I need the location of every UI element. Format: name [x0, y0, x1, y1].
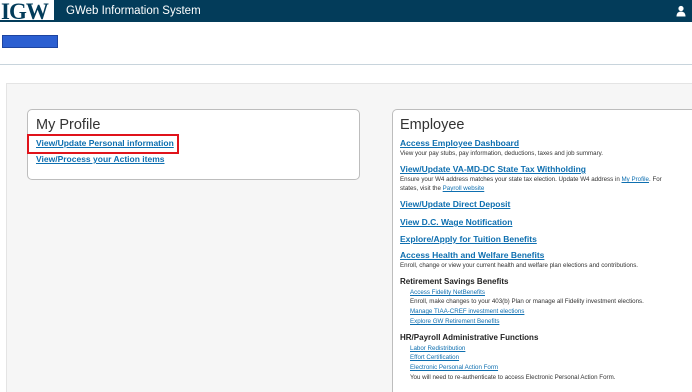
employee-dashboard-link[interactable]: Access Employee Dashboard [400, 138, 519, 148]
system-title: GWeb Information System [66, 5, 201, 17]
state-tax-desc-text-2: states, visit the [400, 185, 443, 192]
health-welfare-desc: Enroll, change or view your current heal… [400, 262, 639, 269]
my-profile-inline-link[interactable]: My Profile [621, 176, 649, 183]
employee-dashboard-desc: View your pay stubs, pay information, de… [400, 150, 604, 157]
navigation-tab[interactable] [2, 35, 58, 48]
tuition-benefits-link[interactable]: Explore/Apply for Tuition Benefits [400, 234, 537, 244]
my-profile-title: My Profile [36, 117, 101, 133]
logo-text: IGW [1, 0, 49, 22]
top-bar: IGW GWeb Information System [0, 0, 692, 22]
effort-certification-link[interactable]: Effort Certification [410, 354, 459, 361]
state-tax-desc-suffix: . For [649, 176, 662, 183]
direct-deposit-link[interactable]: View/Update Direct Deposit [400, 199, 510, 209]
view-process-action-items-link[interactable]: View/Process your Action items [36, 154, 165, 164]
highlight-box [27, 134, 179, 154]
header-divider [0, 64, 692, 65]
gw-retirement-benefits-link[interactable]: Explore GW Retirement Benefits [410, 318, 499, 325]
user-icon[interactable] [676, 5, 686, 17]
health-welfare-benefits-link[interactable]: Access Health and Welfare Benefits [400, 250, 544, 260]
state-tax-desc-text: Ensure your W4 address matches your stat… [400, 176, 622, 183]
epaf-desc: You will need to re-authenticate to acce… [410, 374, 616, 381]
logo-underline [0, 20, 54, 22]
labor-redistribution-link[interactable]: Labor Redistribution [410, 345, 465, 352]
payroll-website-link[interactable]: Payroll website [443, 185, 485, 192]
fidelity-desc: Enroll, make changes to your 403(b) Plan… [410, 298, 644, 305]
gw-logo[interactable]: IGW [0, 0, 54, 22]
hr-payroll-heading: HR/Payroll Administrative Functions [400, 333, 539, 342]
retirement-heading: Retirement Savings Benefits [400, 277, 509, 286]
state-tax-withholding-link[interactable]: View/Update VA-MD-DC State Tax Withholdi… [400, 164, 586, 174]
electronic-personal-action-form-link[interactable]: Electronic Personal Action Form [410, 364, 498, 371]
fidelity-netbenefits-link[interactable]: Access Fidelity NetBenefits [410, 289, 485, 296]
employee-title: Employee [400, 117, 465, 133]
state-tax-desc-line-2: states, visit the Payroll website [400, 185, 484, 192]
state-tax-desc-line-1: Ensure your W4 address matches your stat… [400, 176, 662, 183]
dc-wage-notification-link[interactable]: View D.C. Wage Notification [400, 217, 512, 227]
tiaa-cref-link[interactable]: Manage TIAA-CREF investment elections [410, 308, 524, 315]
